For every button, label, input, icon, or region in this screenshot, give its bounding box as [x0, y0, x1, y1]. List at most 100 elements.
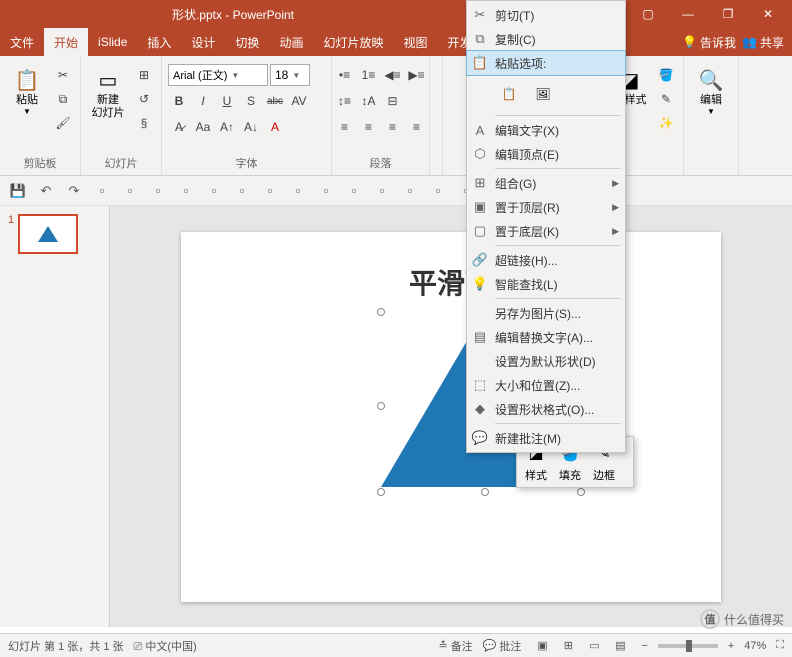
- paste-picture-button[interactable]: 🖼: [529, 79, 557, 109]
- ctx-smart-lookup[interactable]: 💡智能查找(L): [467, 272, 625, 296]
- copy-button[interactable]: ⧉: [52, 88, 74, 110]
- shape-fill-button[interactable]: 🪣: [655, 64, 677, 86]
- ctx-bring-front[interactable]: ▣置于顶层(R)▶: [467, 195, 625, 219]
- share-button[interactable]: 👥共享: [742, 34, 784, 51]
- ctx-hyperlink[interactable]: 🔗超链接(H)...: [467, 248, 625, 272]
- grow-font-button[interactable]: A↑: [216, 116, 238, 138]
- qat-save-button[interactable]: 💾: [8, 181, 28, 201]
- qat-btn-16[interactable]: ▫: [428, 181, 448, 201]
- align-left-button[interactable]: ≡: [334, 116, 356, 138]
- restore-button[interactable]: ❐: [708, 0, 748, 28]
- close-button[interactable]: ✕: [748, 0, 788, 28]
- tab-design[interactable]: 设计: [181, 28, 225, 56]
- qat-btn-12[interactable]: ▫: [316, 181, 336, 201]
- qat-btn-11[interactable]: ▫: [288, 181, 308, 201]
- view-normal-button[interactable]: ▣: [531, 637, 553, 655]
- ctx-send-back[interactable]: ▢置于底层(K)▶: [467, 219, 625, 243]
- section-button[interactable]: §: [133, 112, 155, 134]
- clear-format-button[interactable]: A̷: [168, 116, 190, 138]
- zoom-thumb[interactable]: [686, 640, 692, 652]
- ribbon-display-options[interactable]: ▢: [628, 0, 668, 28]
- qat-btn-9[interactable]: ▫: [232, 181, 252, 201]
- paste-button[interactable]: 📋 粘贴 ▼: [6, 64, 48, 118]
- font-color-button[interactable]: A: [264, 116, 286, 138]
- resize-handle-tl[interactable]: [377, 308, 385, 316]
- tab-view[interactable]: 视图: [393, 28, 437, 56]
- status-language[interactable]: ⎚ 中文(中国): [134, 638, 197, 654]
- bullets-button[interactable]: •≡: [334, 64, 356, 86]
- ctx-edit-alt-text[interactable]: ▤编辑替换文字(A)...: [467, 325, 625, 349]
- tab-slideshow[interactable]: 幻灯片放映: [313, 28, 393, 56]
- qat-btn-15[interactable]: ▫: [400, 181, 420, 201]
- indent-increase-button[interactable]: ▶≡: [406, 64, 428, 86]
- ctx-cut[interactable]: ✂剪切(T): [467, 3, 625, 27]
- resize-handle-bl[interactable]: [377, 488, 385, 496]
- slide-thumbnail-1[interactable]: [18, 214, 78, 254]
- minimize-button[interactable]: —: [668, 0, 708, 28]
- paste-dest-theme-button[interactable]: 📋: [495, 79, 523, 109]
- tell-me[interactable]: 💡告诉我: [682, 34, 736, 51]
- new-slide-button[interactable]: ▭ 新建 幻灯片: [87, 64, 129, 122]
- ctx-format-shape[interactable]: ◆设置形状格式(O)...: [467, 397, 625, 421]
- cut-button[interactable]: ✂: [52, 64, 74, 86]
- view-reading-button[interactable]: ▭: [583, 637, 605, 655]
- zoom-in-button[interactable]: +: [728, 640, 734, 652]
- layout-button[interactable]: ⊞: [133, 64, 155, 86]
- qat-btn-13[interactable]: ▫: [344, 181, 364, 201]
- bold-button[interactable]: B: [168, 90, 190, 112]
- shadow-button[interactable]: S: [240, 90, 262, 112]
- align-text-button[interactable]: ⊟: [382, 90, 404, 112]
- align-center-button[interactable]: ≡: [358, 116, 380, 138]
- tab-home[interactable]: 开始: [44, 28, 88, 56]
- indent-decrease-button[interactable]: ◀≡: [382, 64, 404, 86]
- shape-outline-button[interactable]: ✎: [655, 88, 677, 110]
- zoom-out-button[interactable]: −: [641, 640, 647, 652]
- tab-islide[interactable]: iSlide: [88, 28, 137, 56]
- ctx-set-default[interactable]: 设置为默认形状(D): [467, 349, 625, 373]
- view-slideshow-button[interactable]: ▤: [609, 637, 631, 655]
- qat-btn-5[interactable]: ▫: [120, 181, 140, 201]
- align-right-button[interactable]: ≡: [382, 116, 404, 138]
- qat-btn-8[interactable]: ▫: [204, 181, 224, 201]
- ctx-new-comment[interactable]: 💬新建批注(M): [467, 426, 625, 450]
- ctx-edit-points[interactable]: ⬡编辑顶点(E): [467, 142, 625, 166]
- change-case-button[interactable]: Aa: [192, 116, 214, 138]
- qat-btn-7[interactable]: ▫: [176, 181, 196, 201]
- line-spacing-button[interactable]: ↕≡: [334, 90, 356, 112]
- reset-button[interactable]: ↺: [133, 88, 155, 110]
- ctx-copy[interactable]: ⧉复制(C): [467, 27, 625, 51]
- slide[interactable]: 平滑顶: [181, 232, 721, 602]
- status-comments-button[interactable]: 💬 批注: [483, 638, 522, 654]
- qat-btn-14[interactable]: ▫: [372, 181, 392, 201]
- shape-effects-button[interactable]: ✨: [655, 112, 677, 134]
- italic-button[interactable]: I: [192, 90, 214, 112]
- ctx-paste-options[interactable]: 📋粘贴选项:: [467, 51, 625, 75]
- tab-animations[interactable]: 动画: [269, 28, 313, 56]
- qat-btn-10[interactable]: ▫: [260, 181, 280, 201]
- ctx-save-as-picture[interactable]: 另存为图片(S)...: [467, 301, 625, 325]
- char-spacing-button[interactable]: AV: [288, 90, 310, 112]
- format-painter-button[interactable]: 🖌: [52, 112, 74, 134]
- numbering-button[interactable]: 1≡: [358, 64, 380, 86]
- font-size-combo[interactable]: 18▼: [270, 64, 310, 86]
- resize-handle-b[interactable]: [481, 488, 489, 496]
- editing-button[interactable]: 🔍 编辑 ▼: [690, 64, 732, 118]
- ctx-group[interactable]: ⊞组合(G)▶: [467, 171, 625, 195]
- tab-file[interactable]: 文件: [0, 28, 44, 56]
- underline-button[interactable]: U: [216, 90, 238, 112]
- slide-canvas-area[interactable]: 平滑顶: [110, 206, 792, 627]
- justify-button[interactable]: ≡: [406, 116, 428, 138]
- ctx-size-position[interactable]: ⬚大小和位置(Z)...: [467, 373, 625, 397]
- shrink-font-button[interactable]: A↓: [240, 116, 262, 138]
- status-notes-button[interactable]: ≛ 备注: [438, 638, 472, 654]
- qat-redo-button[interactable]: ↷: [64, 181, 84, 201]
- tab-insert[interactable]: 插入: [137, 28, 181, 56]
- zoom-slider[interactable]: [658, 644, 718, 648]
- qat-undo-button[interactable]: ↶: [36, 181, 56, 201]
- ctx-edit-text[interactable]: A编辑文字(X): [467, 118, 625, 142]
- resize-handle-br[interactable]: [577, 488, 585, 496]
- fit-to-window-button[interactable]: ⛶: [776, 639, 784, 652]
- qat-btn-6[interactable]: ▫: [148, 181, 168, 201]
- font-name-combo[interactable]: Arial (正文)▼: [168, 64, 268, 86]
- strike-button[interactable]: abc: [264, 90, 286, 112]
